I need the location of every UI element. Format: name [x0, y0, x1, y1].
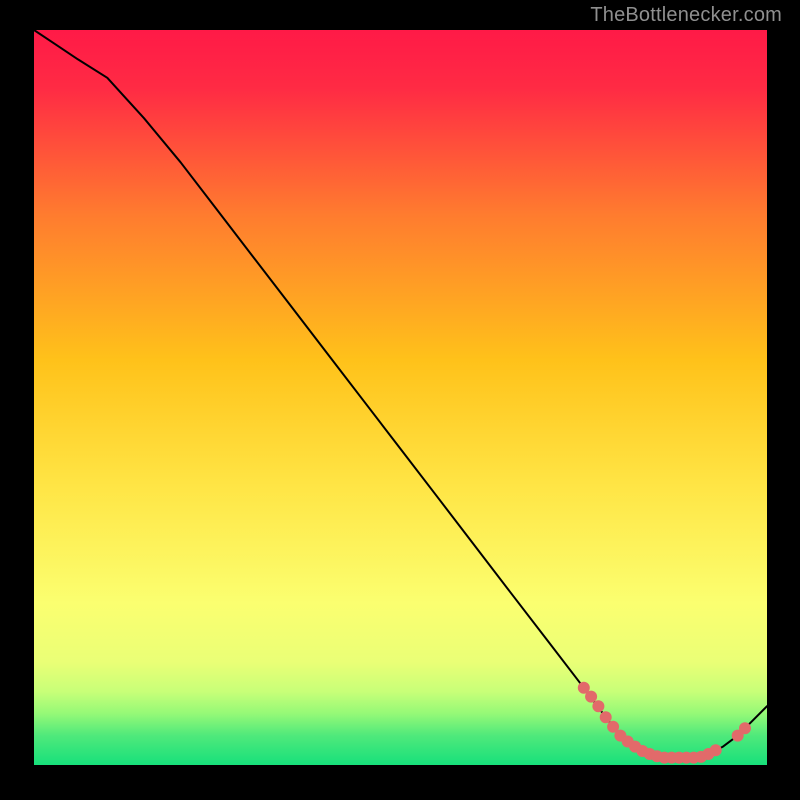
data-marker — [710, 744, 722, 756]
gradient-bg — [34, 30, 767, 765]
data-marker — [585, 691, 597, 703]
chart-canvas: TheBottlenecker.com — [0, 0, 800, 800]
plot-area — [34, 30, 767, 765]
data-marker — [739, 722, 751, 734]
attribution-text: TheBottlenecker.com — [590, 4, 782, 27]
data-marker — [600, 711, 612, 723]
data-marker — [592, 700, 604, 712]
chart-svg — [34, 30, 767, 765]
